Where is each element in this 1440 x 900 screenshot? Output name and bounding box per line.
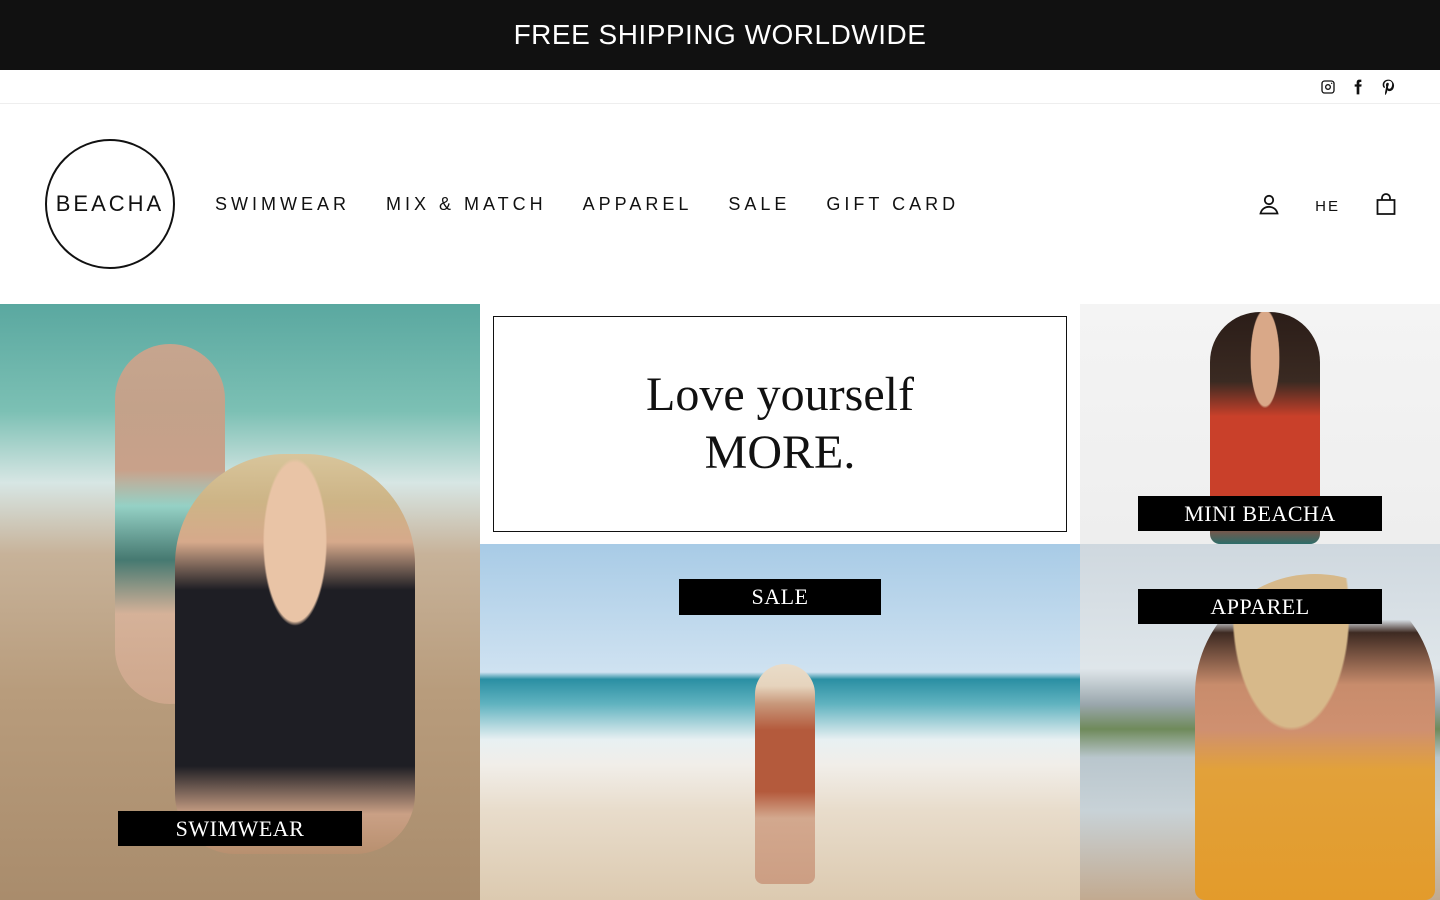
mini-beacha-label: MINI BEACHA: [1138, 496, 1382, 531]
facebook-icon[interactable]: [1350, 79, 1366, 95]
announcement-bar: FREE SHIPPING WORLDWIDE: [0, 0, 1440, 70]
pinterest-icon[interactable]: [1380, 79, 1396, 95]
nav-mix-and-match[interactable]: MIX & MATCH: [386, 194, 547, 215]
swimwear-label: SWIMWEAR: [118, 811, 362, 846]
language-switch[interactable]: HE: [1315, 198, 1340, 215]
sale-label: SALE: [679, 579, 881, 615]
mini-beacha-tile[interactable]: MINI BEACHA: [1080, 304, 1440, 544]
sale-tile[interactable]: SALE: [480, 544, 1080, 900]
nav-apparel[interactable]: APPAREL: [583, 194, 693, 215]
main-nav: SWIMWEAR MIX & MATCH APPAREL SALE GIFT C…: [215, 194, 959, 215]
swimwear-photo-person: [175, 454, 415, 854]
nav-sale[interactable]: SALE: [728, 194, 790, 215]
account-icon[interactable]: [1257, 192, 1281, 221]
quote-box: Love yourself MORE.: [493, 316, 1067, 532]
nav-swimwear[interactable]: SWIMWEAR: [215, 194, 350, 215]
sale-photo-person: [755, 664, 815, 884]
cart-icon[interactable]: [1374, 192, 1398, 221]
quote-line-2: MORE.: [704, 426, 856, 479]
announcement-text: FREE SHIPPING WORLDWIDE: [513, 19, 927, 50]
social-links: [0, 70, 1440, 104]
nav-gift-card[interactable]: GIFT CARD: [826, 194, 959, 215]
apparel-label: APPAREL: [1138, 589, 1382, 624]
quote-line-1: Love yourself: [646, 368, 914, 421]
apparel-tile[interactable]: APPAREL: [1080, 544, 1440, 900]
swimwear-tile[interactable]: SWIMWEAR: [0, 304, 480, 900]
instagram-icon[interactable]: [1320, 79, 1336, 95]
beacha-logo[interactable]: BEACHA: [45, 139, 175, 269]
site-header: BEACHA SWIMWEAR MIX & MATCH APPAREL SALE…: [0, 104, 1440, 304]
header-tools: HE: [1257, 192, 1398, 221]
logo-text: BEACHA: [55, 191, 165, 216]
